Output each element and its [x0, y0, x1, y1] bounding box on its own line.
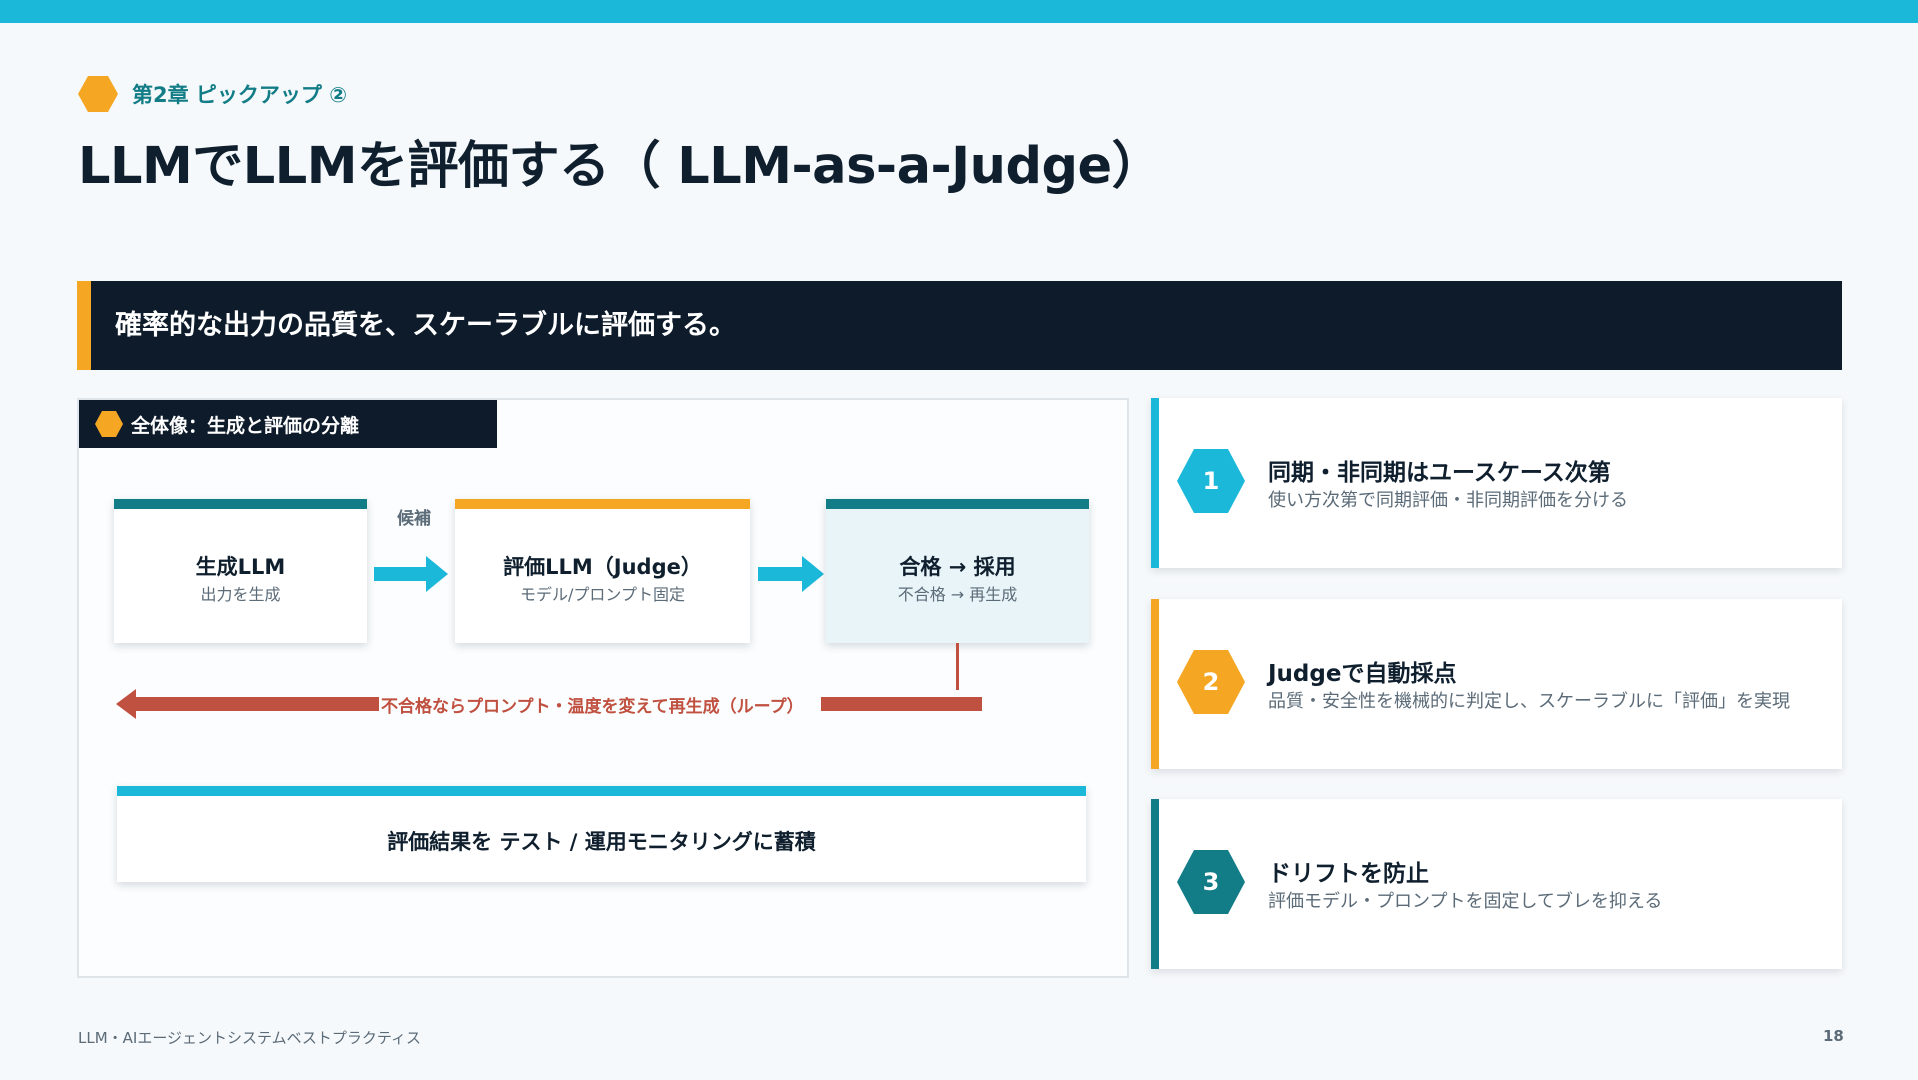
- key-message-banner: 確率的な出力の品質を、スケーラブルに評価する。: [77, 281, 1842, 370]
- chapter-text: 第2章 ピックアップ ②: [132, 83, 348, 107]
- loop-connector: [956, 643, 959, 690]
- card-description: 使い方次第で同期評価・非同期評価を分ける: [1268, 490, 1628, 511]
- card-title: Judgeで自動採点: [1268, 661, 1457, 687]
- node-subtitle: モデル/プロンプト固定: [520, 585, 685, 604]
- diagram-panel: 全体像：生成と評価の分離: [77, 398, 1129, 978]
- banner-accent: [77, 281, 91, 370]
- hexagon-icon: [95, 411, 123, 437]
- page-number: 18: [1823, 1027, 1844, 1045]
- card-title: ドリフトを防止: [1268, 861, 1429, 887]
- node-title: 評価LLM（Judge）: [503, 555, 702, 579]
- diagram-panel-tab: 全体像：生成と評価の分離: [79, 400, 497, 448]
- card-description: 評価モデル・プロンプトを固定してブレを抑える: [1268, 891, 1663, 912]
- node-top-bar: [114, 499, 367, 509]
- chapter-label: 第2章 ピックアップ ②: [78, 74, 347, 114]
- node-subtitle: 出力を生成: [200, 585, 281, 604]
- point-card-1: 1 同期・非同期はユースケース次第 使い方次第で同期評価・非同期評価を分ける: [1151, 398, 1842, 568]
- node-top-bar: [826, 499, 1089, 509]
- decision-node: 合格 → 採用 不合格 → 再生成: [826, 499, 1089, 643]
- storage-text: 評価結果を テスト / 運用モニタリングに蓄積: [387, 830, 816, 854]
- card-description: 品質・安全性を機械的に判定し、スケーラブルに「評価」を実現: [1268, 691, 1790, 712]
- loop-label: 不合格ならプロンプト・温度を変えて再生成（ループ）: [381, 697, 804, 717]
- point-card-2: 2 Judgeで自動採点 品質・安全性を機械的に判定し、スケーラブルに「評価」を…: [1151, 599, 1842, 769]
- candidate-label: 候補: [397, 509, 431, 529]
- node-title: 合格 → 採用: [899, 555, 1016, 579]
- node-subtitle: 不合格 → 再生成: [897, 585, 1018, 604]
- card-accent: [1151, 398, 1159, 568]
- node-title: 生成LLM: [195, 555, 286, 579]
- hexagon-number-icon: 2: [1177, 650, 1245, 714]
- hexagon-number-icon: 1: [1177, 449, 1245, 513]
- hexagon-icon: [78, 76, 118, 112]
- flow-arrow-right-icon: [374, 556, 448, 592]
- flow-arrow-right-icon: [758, 556, 824, 592]
- loop-connector: [821, 697, 982, 711]
- banner-text: 確率的な出力の品質を、スケーラブルに評価する。: [115, 310, 736, 341]
- node-top-bar: [455, 499, 750, 509]
- loop-arrow-left-icon: [116, 689, 136, 719]
- results-storage-box: 評価結果を テスト / 運用モニタリングに蓄積: [117, 786, 1086, 882]
- point-card-3: 3 ドリフトを防止 評価モデル・プロンプトを固定してブレを抑える: [1151, 799, 1842, 969]
- card-accent: [1151, 799, 1159, 969]
- card-title: 同期・非同期はユースケース次第: [1268, 460, 1611, 486]
- page-title: LLMでLLMを評価する（ LLM-as-a-Judge）: [78, 137, 1163, 196]
- card-accent: [1151, 599, 1159, 769]
- footer-text: LLM・AIエージェントシステムベストプラクティス: [78, 1029, 421, 1047]
- diagram-panel-title: 全体像：生成と評価の分離: [131, 414, 360, 437]
- box-top-bar: [117, 786, 1086, 796]
- judge-llm-node: 評価LLM（Judge） モデル/プロンプト固定: [455, 499, 750, 643]
- loop-arrow-shaft: [134, 697, 379, 711]
- hexagon-number-icon: 3: [1177, 850, 1245, 914]
- generator-llm-node: 生成LLM 出力を生成: [114, 499, 367, 643]
- top-accent-bar: [0, 0, 1918, 23]
